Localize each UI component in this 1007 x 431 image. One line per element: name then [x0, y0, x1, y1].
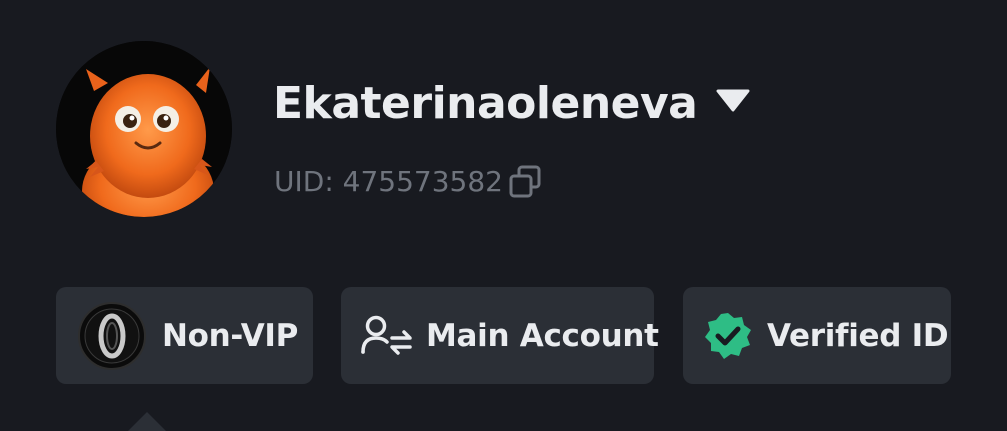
vip-level-zero-icon: [77, 301, 147, 371]
verified-check-icon: [703, 311, 753, 361]
avatar[interactable]: [56, 41, 232, 217]
orange-monster-avatar-icon: [56, 41, 232, 217]
vip-label: Non-VIP: [162, 317, 299, 354]
verified-label: Verified ID: [767, 317, 949, 354]
uid-row: UID: 475573582: [274, 160, 545, 204]
account-switch-icon: [361, 314, 415, 358]
username[interactable]: Ekaterinaoleneva: [273, 72, 698, 136]
account-label: Main Account: [426, 317, 659, 354]
vip-level-badge[interactable]: Non-VIP: [56, 287, 313, 384]
tooltip-pointer: [128, 412, 166, 431]
copy-icon[interactable]: [507, 163, 545, 201]
verified-id-badge[interactable]: Verified ID: [683, 287, 951, 384]
main-account-badge[interactable]: Main Account: [341, 287, 659, 384]
caret-down-icon[interactable]: [715, 88, 751, 114]
uid-text: UID: 475573582: [274, 165, 503, 198]
profile-header: Ekaterinaoleneva UID: 475573582 Non-VIP …: [0, 0, 1007, 431]
username-row[interactable]: Ekaterinaoleneva: [273, 72, 751, 136]
